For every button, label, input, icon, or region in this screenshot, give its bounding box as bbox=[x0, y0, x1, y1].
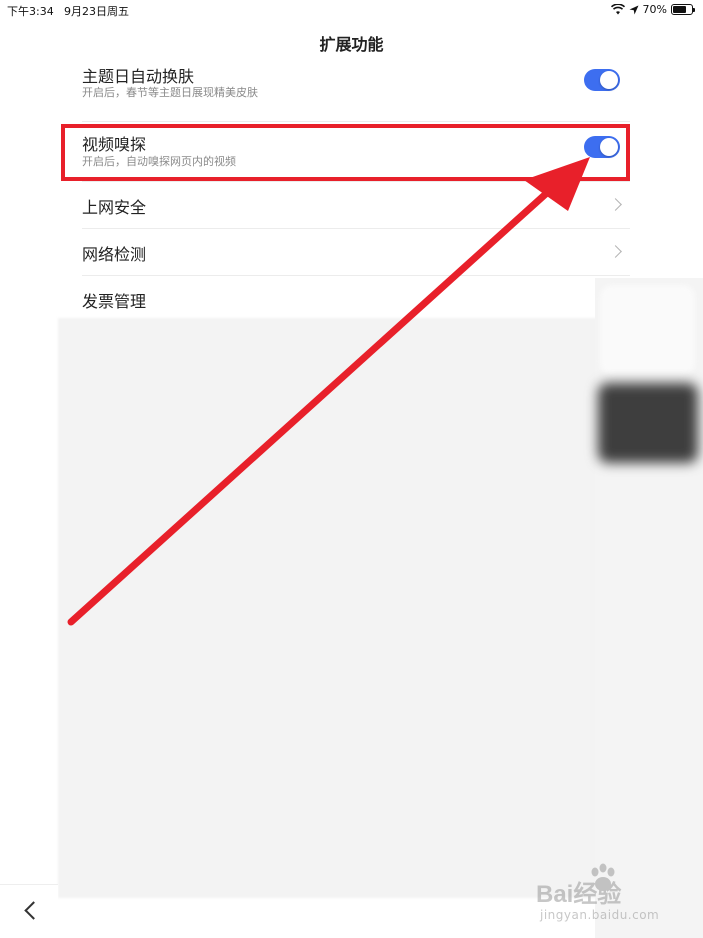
row-title: 发票管理 bbox=[82, 292, 147, 311]
wifi-icon bbox=[610, 4, 625, 15]
status-date: 9月23日周五 bbox=[64, 5, 129, 18]
status-time: 下午3:34 bbox=[7, 5, 54, 18]
setting-row-network-check[interactable]: 网络检测 bbox=[82, 229, 630, 276]
chevron-right-icon bbox=[609, 245, 622, 258]
baidu-jingyan-watermark: Bai经验 jingyan.baidu.com bbox=[536, 862, 696, 932]
theme-skin-toggle[interactable] bbox=[584, 69, 620, 91]
blurred-content bbox=[58, 318, 630, 898]
location-arrow-icon bbox=[629, 5, 639, 14]
blurred-dark-card bbox=[598, 383, 698, 463]
setting-row-invoice[interactable]: 发票管理 bbox=[82, 276, 630, 323]
battery-icon bbox=[671, 4, 695, 15]
setting-row-theme-skin: 主题日自动换肤 开启后，春节等主题日展现精美皮肤 bbox=[82, 62, 630, 122]
blurred-light-card bbox=[600, 285, 695, 375]
toggle-knob bbox=[600, 71, 618, 89]
chevron-left-icon bbox=[24, 901, 43, 920]
row-title: 网络检测 bbox=[82, 245, 147, 264]
page-title: 扩展功能 bbox=[319, 35, 384, 54]
watermark-url: jingyan.baidu.com bbox=[540, 908, 660, 922]
row-subtitle: 开启后，春节等主题日展现精美皮肤 bbox=[82, 86, 258, 99]
battery-percent: 70% bbox=[642, 3, 667, 16]
battery-fill bbox=[673, 6, 686, 13]
annotation-highlight-box bbox=[61, 124, 630, 181]
setting-row-web-security[interactable]: 上网安全 bbox=[82, 182, 630, 229]
chevron-right-icon bbox=[609, 198, 622, 211]
row-title: 上网安全 bbox=[82, 198, 147, 217]
blurred-side-panel bbox=[595, 278, 703, 938]
status-bar: 下午3:34 9月23日周五 70% bbox=[0, 0, 703, 20]
back-button[interactable] bbox=[0, 884, 58, 938]
paw-icon bbox=[591, 863, 615, 891]
status-indicators: 70% bbox=[610, 3, 695, 16]
